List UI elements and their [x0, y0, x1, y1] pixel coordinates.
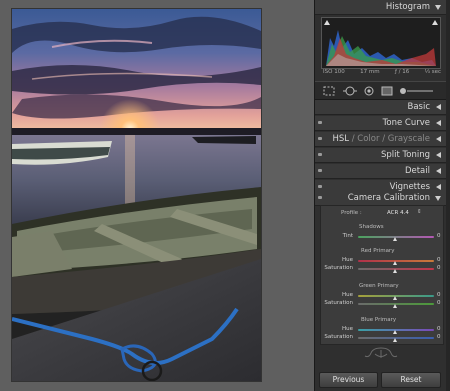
blue-saturation-value[interactable]: 0 — [437, 334, 441, 340]
red-eye-icon[interactable] — [363, 86, 375, 96]
expand-triangle-icon — [436, 104, 441, 110]
histogram-header[interactable]: Histogram — [315, 0, 446, 15]
hsl-tabs: HSL / Color / Grayscale — [332, 134, 430, 144]
crop-overlay-icon[interactable] — [323, 86, 335, 96]
tone-curve-title: Tone Curve — [382, 118, 430, 128]
reset-button[interactable]: Reset — [381, 372, 441, 388]
slider-thumb[interactable] — [393, 338, 397, 342]
blue-saturation-label: Saturation — [324, 334, 353, 340]
shadow-clipping-icon[interactable] — [324, 20, 330, 25]
shadows-heading: Shadows — [359, 224, 384, 230]
red-hue-value[interactable]: 0 — [437, 257, 441, 263]
blue-hue-label: Hue — [341, 326, 353, 332]
slider-thumb[interactable] — [393, 330, 397, 334]
slider-thumb[interactable] — [393, 261, 397, 265]
profile-label: Profile : — [341, 210, 362, 216]
iso-value: ISO 100 — [323, 69, 345, 75]
green-primary-heading: Green Primary — [359, 283, 399, 289]
basic-title: Basic — [407, 102, 430, 112]
panel-switch-icon[interactable] — [318, 169, 322, 172]
histogram-graph[interactable] — [321, 17, 441, 69]
tab-hsl[interactable]: HSL — [332, 134, 349, 144]
profile-select[interactable]: ACR 4.4 — [387, 210, 409, 216]
red-hue-label: Hue — [341, 257, 353, 263]
camera-calibration-panel-header[interactable]: Camera Calibration — [315, 191, 446, 206]
detail-panel-header[interactable]: Detail — [315, 164, 446, 179]
basic-panel-header[interactable]: Basic — [315, 100, 446, 115]
hsl-panel-header[interactable]: HSL / Color / Grayscale — [315, 132, 446, 147]
camera-calibration-title: Camera Calibration — [347, 193, 430, 203]
aperture-value: ƒ / 16 — [394, 69, 410, 75]
previous-button[interactable]: Previous — [319, 372, 378, 388]
shadows-tint-label: Tint — [342, 233, 353, 239]
red-primary-heading: Red Primary — [361, 248, 395, 254]
histogram-title: Histogram — [385, 2, 430, 12]
split-toning-panel-header[interactable]: Split Toning — [315, 148, 446, 163]
panel-switch-icon[interactable] — [318, 185, 322, 188]
develop-tool-strip — [315, 81, 446, 100]
collapse-triangle-icon — [435, 196, 441, 201]
focal-length: 17 mm — [360, 69, 380, 75]
blue-primary-heading: Blue Primary — [361, 317, 397, 323]
expand-triangle-icon — [436, 184, 441, 190]
green-saturation-label: Saturation — [324, 300, 353, 306]
highlight-clipping-icon[interactable] — [432, 20, 438, 25]
panel-switch-icon[interactable] — [318, 121, 322, 124]
tab-color[interactable]: Color — [357, 134, 379, 144]
spot-removal-icon[interactable] — [343, 86, 357, 96]
camera-info-row: ISO 100 17 mm ƒ / 16 ⅓ sec — [323, 69, 441, 75]
shutter-speed: ⅓ sec — [424, 69, 441, 75]
slider-thumb[interactable] — [393, 296, 397, 300]
photo-preview — [12, 9, 261, 381]
expand-triangle-icon — [436, 152, 441, 158]
panel-scrollbar[interactable] — [446, 0, 450, 391]
panel-switch-icon[interactable] — [318, 137, 322, 140]
panel-switch-icon[interactable] — [318, 196, 322, 199]
sunset-boat-image — [12, 9, 261, 381]
camera-calibration-body: Profile : ACR 4.4 ⇕ Shadows Tint 0 Red P… — [320, 205, 444, 345]
collapse-triangle-icon — [435, 5, 441, 10]
split-toning-title: Split Toning — [380, 150, 430, 160]
expand-triangle-icon — [436, 136, 441, 142]
slider-thumb[interactable] — [393, 237, 397, 241]
develop-right-panel: Histogram ISO 100 17 mm ƒ / 16 ⅓ sec Bas… — [314, 0, 450, 391]
graduated-filter-icon[interactable] — [381, 86, 393, 96]
detail-title: Detail — [404, 166, 430, 176]
green-hue-label: Hue — [341, 292, 353, 298]
slider-thumb[interactable] — [393, 304, 397, 308]
green-hue-value[interactable]: 0 — [437, 292, 441, 298]
panel-end-ornament-icon — [364, 347, 398, 358]
shadows-tint-value[interactable]: 0 — [437, 233, 441, 239]
red-saturation-value[interactable]: 0 — [437, 265, 441, 271]
tab-grayscale[interactable]: Grayscale — [388, 134, 430, 144]
profile-dropdown-icon[interactable]: ⇕ — [417, 209, 422, 215]
expand-triangle-icon — [436, 120, 441, 126]
blue-hue-value[interactable]: 0 — [437, 326, 441, 332]
adjustment-brush-icon[interactable] — [399, 86, 435, 96]
red-saturation-label: Saturation — [324, 265, 353, 271]
panel-switch-icon[interactable] — [318, 153, 322, 156]
expand-triangle-icon — [436, 168, 441, 174]
green-saturation-value[interactable]: 0 — [437, 300, 441, 306]
slider-thumb[interactable] — [393, 269, 397, 273]
histogram-curves — [326, 30, 436, 66]
tone-curve-panel-header[interactable]: Tone Curve — [315, 116, 446, 131]
